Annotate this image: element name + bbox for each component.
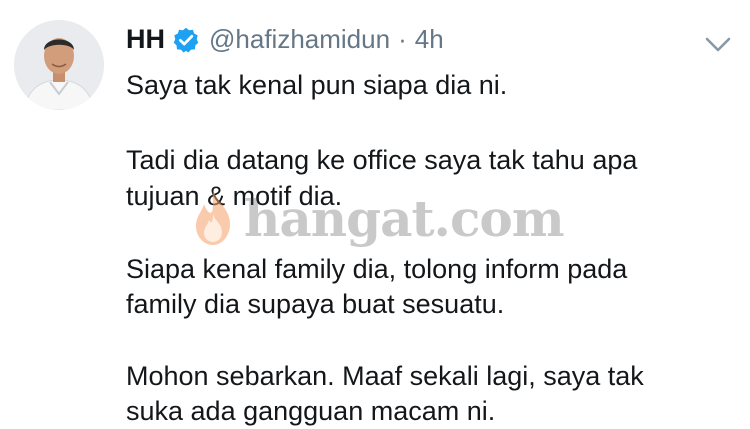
user-handle[interactable]: @hafizhamidun: [209, 24, 390, 55]
tweet: HH @hafizhamidun · 4h Saya tak kenal pun…: [0, 0, 750, 429]
tweet-text-line: Mohon sebarkan. Maaf sekali lagi, saya t…: [126, 361, 644, 391]
tweet-text-line: Tadi dia datang ke office saya tak tahu …: [126, 145, 638, 175]
separator-dot: ·: [398, 24, 407, 54]
tweet-text-line: tujuan & motif dia.: [126, 181, 343, 211]
tweet-text-line: Siapa kenal family dia, tolong inform pa…: [126, 254, 628, 284]
tweet-text-line: Saya tak kenal pun siapa dia ni.: [126, 70, 508, 100]
verified-badge-icon: [172, 26, 200, 54]
timestamp[interactable]: 4h: [415, 24, 444, 55]
tweet-header: HH @hafizhamidun · 4h: [126, 24, 444, 55]
tweet-text-line: suka ada gangguan macam ni.: [126, 396, 496, 426]
avatar-image: [14, 20, 104, 110]
tweet-text-line: family dia supaya buat sesuatu.: [126, 289, 505, 319]
display-name[interactable]: HH: [126, 24, 165, 55]
avatar[interactable]: [14, 20, 104, 110]
chevron-down-icon[interactable]: [704, 36, 732, 54]
